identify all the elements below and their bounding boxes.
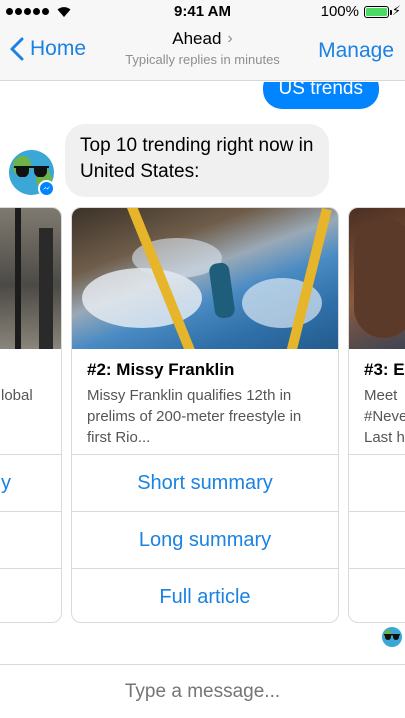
news-card-title: #3: E: [364, 360, 405, 379]
user-message-bubble: US trends: [262, 82, 379, 109]
full-article-button[interactable]: [349, 568, 405, 622]
full-article-button[interactable]: Full article: [72, 568, 338, 622]
full-article-button[interactable]: [0, 568, 61, 622]
chevron-right-icon: ›: [227, 30, 233, 47]
news-card-description: lobal: [1, 387, 33, 404]
battery-icon: [364, 6, 392, 18]
status-bar: 9:41 AM 100% ⚡: [0, 0, 405, 24]
bot-message-bubble: Top 10 trending right now in United Stat…: [65, 124, 329, 197]
message-composer: [0, 664, 405, 718]
news-card-image: [72, 208, 338, 349]
manage-button[interactable]: Manage: [318, 39, 394, 63]
charging-icon: ⚡: [391, 3, 401, 18]
news-card-image: [0, 208, 61, 349]
short-summary-button[interactable]: Short summary: [72, 454, 338, 511]
sunglasses-icon: [14, 166, 49, 177]
long-summary-button[interactable]: [0, 511, 61, 568]
news-card[interactable]: #2: Missy Franklin Missy Franklin qualif…: [71, 207, 339, 623]
battery-percentage: 100%: [320, 3, 359, 20]
navigation-bar: Home Ahead › Typically replies in minute…: [0, 24, 405, 81]
news-card[interactable]: #3: E Meet #Neve Last h: [348, 207, 405, 623]
long-summary-button[interactable]: Long summary: [72, 511, 338, 568]
news-card-title: #2: Missy Franklin: [87, 360, 235, 379]
short-summary-button[interactable]: y: [0, 454, 61, 511]
news-card-image: [349, 208, 405, 349]
long-summary-button[interactable]: [349, 511, 405, 568]
messenger-badge-icon: [38, 180, 55, 197]
short-summary-button[interactable]: [349, 454, 405, 511]
read-receipt-avatar: [382, 627, 402, 647]
news-card[interactable]: lobal y: [0, 207, 62, 623]
conversation-title: Ahead: [172, 29, 222, 48]
news-card-description: Missy Franklin qualifies 12th in prelims…: [87, 387, 302, 446]
chat-thread[interactable]: US trends Top 10 trending right now in U…: [0, 82, 405, 664]
news-card-description: Meet #Neve Last h: [364, 387, 405, 446]
message-input[interactable]: [0, 681, 405, 703]
news-carousel[interactable]: lobal y #2: Missy Franklin Missy Frankli…: [0, 207, 405, 623]
sunglasses-icon: [384, 634, 400, 640]
